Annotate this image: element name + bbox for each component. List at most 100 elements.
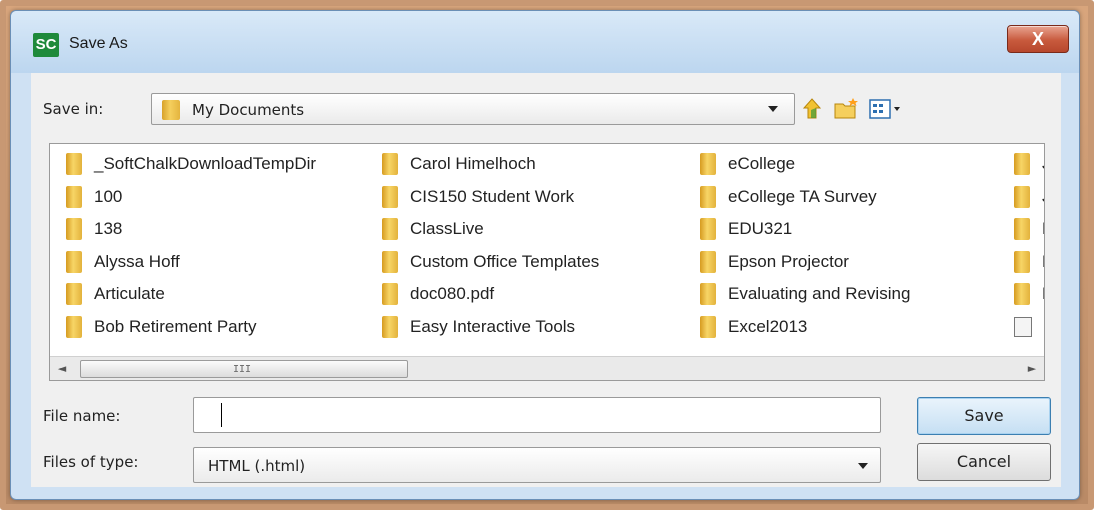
save-button[interactable]: Save — [917, 397, 1051, 435]
horizontal-scrollbar[interactable]: ◄ III ► — [50, 356, 1044, 380]
list-item[interactable]: doc080.pdf — [382, 278, 599, 311]
list-item-label: CIS150 Student Work — [410, 186, 575, 206]
files-of-type-label: Files of type: — [43, 453, 139, 471]
list-item-label: doc080.pdf — [410, 284, 495, 304]
file-column-2: Carol Himelhoch CIS150 Student Work ClassL… — [382, 148, 599, 343]
file-list[interactable]: _SoftChalkDownloadTempDir 100 138 Alyssa Ho… — [49, 143, 1045, 381]
folder-icon — [382, 153, 398, 176]
list-item-label: Bob Retirement Party — [94, 316, 257, 336]
list-item-label: EDU321 — [728, 219, 793, 239]
folder-icon — [700, 250, 716, 273]
list-item-label: Alyssa Hoff — [94, 251, 180, 271]
title-bar: SC Save As X — [11, 11, 1079, 73]
folder-icon — [382, 250, 398, 273]
list-item-label: La — [1042, 219, 1044, 239]
folder-icon — [700, 283, 716, 306]
list-item[interactable]: Epson Projector — [700, 246, 910, 279]
folder-icon — [382, 185, 398, 208]
file-name-input[interactable] — [193, 397, 881, 433]
list-item[interactable]: 100 — [66, 181, 316, 214]
save-in-label: Save in: — [43, 100, 104, 118]
folder-icon — [162, 100, 180, 120]
up-one-level-icon[interactable] — [801, 95, 829, 123]
folder-icon — [700, 185, 716, 208]
list-item-label: Epson Projector — [728, 251, 849, 271]
folder-icon — [66, 153, 82, 176]
list-item-label: Je — [1042, 154, 1044, 174]
folder-icon — [382, 283, 398, 306]
cancel-button[interactable]: Cancel — [917, 443, 1051, 481]
list-item[interactable]: My — [1014, 311, 1045, 344]
list-item-label: _SoftChalkDownloadTempDir — [94, 154, 317, 174]
new-folder-icon[interactable] — [833, 95, 861, 123]
list-item-label: Excel2013 — [728, 316, 808, 336]
list-item-label: MT — [1042, 284, 1044, 304]
list-item[interactable]: Articulate — [66, 278, 316, 311]
list-item[interactable]: Je — [1014, 148, 1044, 181]
list-item[interactable]: Alyssa Hoff — [66, 246, 316, 279]
list-item-label: Carol Himelhoch — [410, 154, 536, 174]
close-button[interactable]: X — [1007, 25, 1069, 53]
folder-icon — [700, 153, 716, 176]
list-item[interactable]: Jo — [1014, 181, 1044, 214]
list-item-label: Custom Office Templates — [410, 251, 600, 271]
file-column-1: _SoftChalkDownloadTempDir 100 138 Alyssa Ho… — [66, 148, 316, 343]
list-item[interactable]: ClassLive — [382, 213, 599, 246]
save-as-dialog: SC Save As X Save in: My Documents _Soft… — [10, 10, 1080, 500]
list-item-label: 138 — [94, 219, 123, 239]
folder-icon — [1014, 218, 1030, 241]
list-item[interactable]: _SoftChalkDownloadTempDir — [66, 148, 316, 181]
folder-icon — [1014, 250, 1030, 273]
list-item[interactable]: Excel2013 — [700, 311, 910, 344]
folder-icon — [700, 315, 716, 338]
folder-icon — [382, 218, 398, 241]
list-item[interactable]: Custom Office Templates — [382, 246, 599, 279]
folder-icon — [1014, 283, 1030, 306]
list-item[interactable]: eCollege — [700, 148, 910, 181]
list-item[interactable]: Carol Himelhoch — [382, 148, 599, 181]
chevron-down-icon — [768, 106, 778, 112]
list-item[interactable]: Easy Interactive Tools — [382, 311, 599, 344]
file-column-3: eCollege eCollege TA Survey EDU321 Epson Pr… — [700, 148, 910, 343]
folder-icon — [700, 218, 716, 241]
files-of-type-value: HTML (.html) — [208, 457, 306, 475]
file-column-4: Je Jo La Me MTMy — [1014, 148, 1045, 344]
list-item[interactable]: Bob Retirement Party — [66, 311, 316, 344]
scroll-thumb[interactable]: III — [80, 360, 408, 378]
scroll-right-icon[interactable]: ► — [1020, 357, 1044, 380]
files-of-type-dropdown[interactable]: HTML (.html) — [193, 447, 881, 483]
save-in-dropdown[interactable]: My Documents — [151, 93, 795, 125]
dialog-title: Save As — [69, 35, 128, 52]
softchalk-logo-icon: SC — [33, 33, 59, 57]
list-item-label: Jo — [1042, 187, 1044, 207]
scroll-grip: III — [233, 364, 252, 375]
list-item-label: Me — [1042, 252, 1044, 272]
save-in-value: My Documents — [192, 101, 305, 119]
list-item[interactable]: MT — [1014, 278, 1044, 311]
list-item-label: eCollege TA Survey — [728, 186, 877, 206]
list-item-label: Evaluating and Revising — [728, 284, 911, 304]
chevron-down-icon — [858, 463, 868, 469]
scroll-left-icon[interactable]: ◄ — [50, 357, 74, 380]
file-icon — [1014, 316, 1032, 337]
folder-icon — [66, 283, 82, 306]
folder-icon — [382, 315, 398, 338]
list-item[interactable]: 138 — [66, 213, 316, 246]
dialog-body: Save in: My Documents _SoftChalkDownload… — [31, 73, 1061, 487]
list-item[interactable]: EDU321 — [700, 213, 910, 246]
list-item[interactable]: La — [1014, 213, 1044, 246]
folder-icon — [66, 218, 82, 241]
folder-icon — [1014, 185, 1030, 208]
list-item[interactable]: Evaluating and Revising — [700, 278, 910, 311]
list-item-label: eCollege — [728, 154, 796, 174]
list-item-label: My — [1044, 317, 1045, 337]
file-name-label: File name: — [43, 407, 121, 425]
list-item[interactable]: Me — [1014, 246, 1044, 279]
view-menu-icon[interactable] — [867, 95, 905, 123]
list-item-label: Articulate — [94, 284, 165, 304]
list-item[interactable]: CIS150 Student Work — [382, 181, 599, 214]
list-item-label: 100 — [94, 186, 123, 206]
text-caret — [221, 403, 222, 427]
folder-icon — [66, 250, 82, 273]
list-item[interactable]: eCollege TA Survey — [700, 181, 910, 214]
